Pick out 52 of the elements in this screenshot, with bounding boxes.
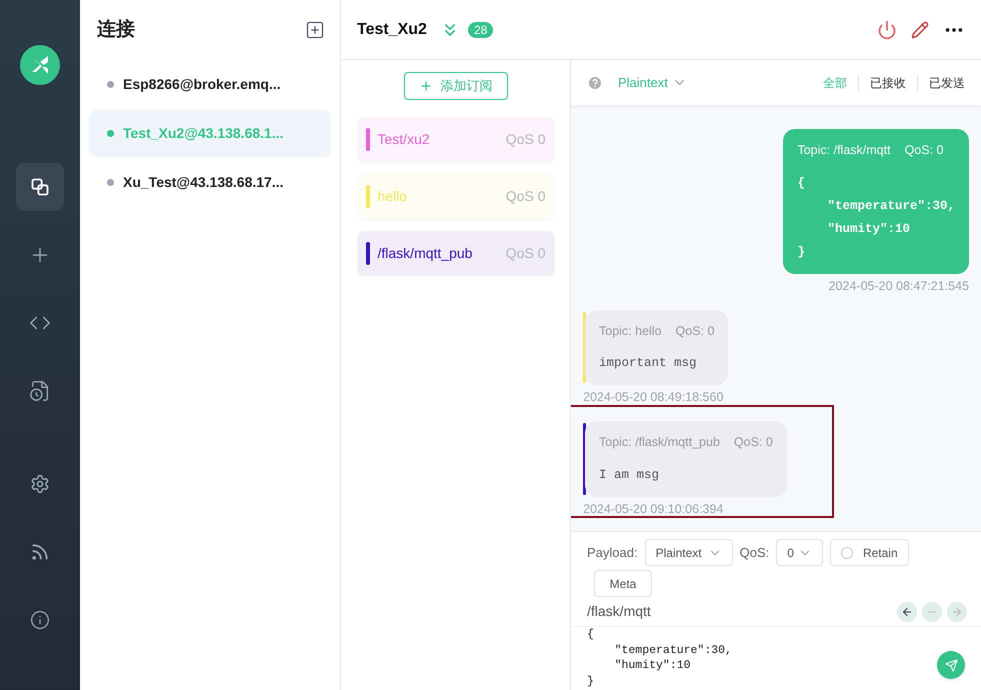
connections-icon [30, 177, 50, 197]
connection-title: Test_Xu2 [357, 20, 427, 40]
subscription-topic: Test/xu2 [378, 130, 431, 149]
message-topic: Topic: /flask/mqtt_pub [599, 434, 720, 451]
payload-format-select[interactable]: Plaintext [644, 539, 733, 566]
retain-toggle[interactable]: Retain [830, 539, 909, 566]
message-qos: QoS: 0 [904, 142, 944, 159]
add-connection-icon[interactable] [305, 20, 325, 40]
history-back-button[interactable] [897, 602, 917, 622]
connection-item[interactable]: Esp8266@broker.emq... [89, 61, 331, 108]
message-time: 2024-05-20 08:47:21:545 [828, 278, 969, 295]
subscription-topic: /flask/mqtt_pub [378, 244, 474, 263]
message-topic: Topic: /flask/mqtt [797, 142, 891, 159]
message-filter-tab[interactable]: 已发送 [929, 74, 965, 92]
subscription-topic: hello [378, 187, 408, 206]
meta-button[interactable]: Meta [594, 570, 652, 597]
send-icon [944, 658, 958, 672]
power-icon[interactable] [877, 20, 897, 40]
message-time: 2024-05-20 09:10:06:394 [583, 500, 724, 518]
payload-editor[interactable]: { "temperature":30, "humity":10 } [587, 627, 981, 689]
qos-select[interactable]: 0 [776, 539, 823, 566]
connections-title: 连接 [97, 18, 135, 42]
settings-icon [30, 474, 50, 494]
message-payload: important msg [599, 355, 698, 372]
message-time: 2024-05-20 08:49:18:560 [583, 389, 724, 406]
qos-label: QoS: [740, 544, 770, 562]
connection-name: Test_Xu2@43.138.68.1... [123, 124, 284, 143]
nav-button[interactable] [16, 163, 64, 211]
message-payload: { "temperature":30, "humity":10 } [797, 174, 955, 261]
connection-name: Esp8266@broker.emq... [123, 75, 281, 94]
info-icon [30, 610, 50, 630]
subscription-qos: QoS 0 [506, 130, 546, 149]
subscription-qos: QoS 0 [506, 187, 546, 206]
message-topic: Topic: hello [599, 322, 662, 340]
file-clock-icon [29, 380, 51, 402]
message-filter-tab[interactable]: 已接收 [870, 74, 906, 92]
topic-input[interactable]: /flask/mqtt [587, 601, 897, 622]
subscription-qos: QoS 0 [506, 244, 546, 263]
arrow-left-icon [901, 606, 913, 618]
plus-icon [418, 79, 432, 93]
edit-icon[interactable] [911, 20, 929, 38]
subscription-item[interactable]: /flask/mqtt_pub QoS 0 [358, 231, 554, 276]
feed-icon [30, 542, 50, 562]
payload-label: Payload: [587, 544, 638, 562]
connection-item[interactable]: Xu_Test@43.138.68.17... [89, 159, 331, 206]
connection-name: Xu_Test@43.138.68.17... [123, 173, 284, 192]
arrow-right-icon [951, 606, 963, 618]
message-qos: QoS: 0 [734, 434, 773, 451]
message-qos: QoS: 0 [676, 322, 714, 340]
app-logo [20, 45, 60, 85]
message-payload: I am msg [599, 466, 660, 484]
message-count-badge: 28 [468, 22, 494, 38]
